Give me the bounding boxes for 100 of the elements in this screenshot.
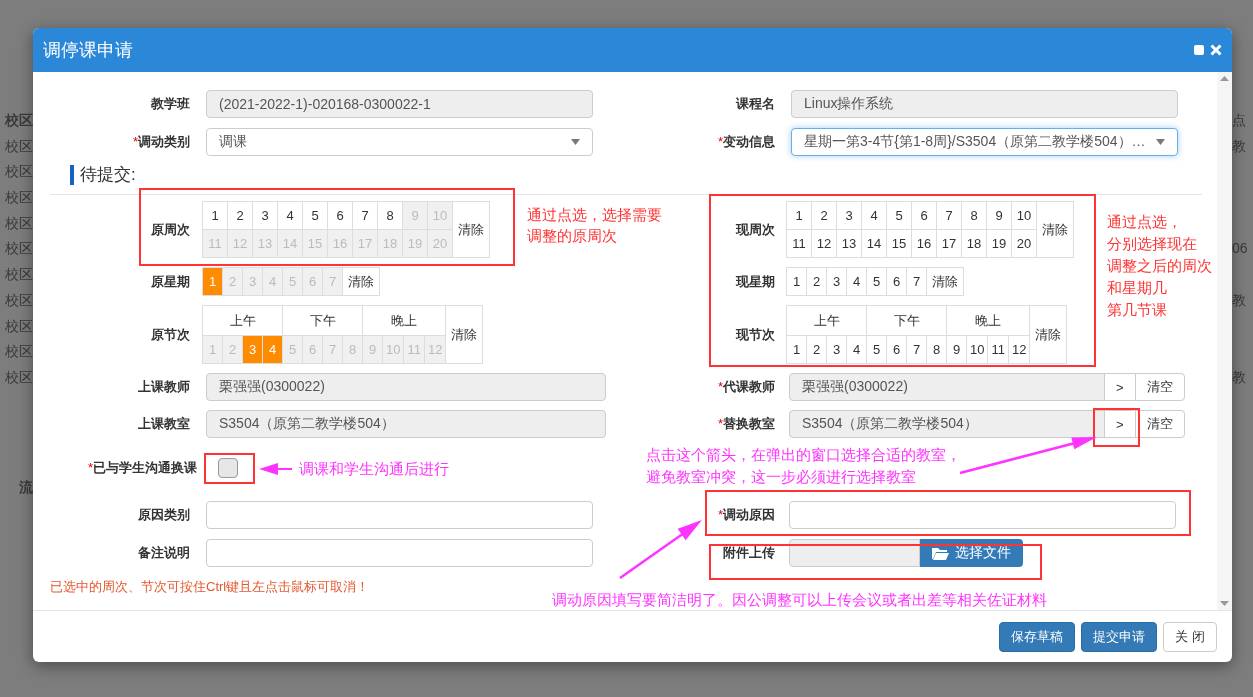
- week-cell[interactable]: 5: [886, 201, 912, 230]
- close-button[interactable]: 关 闭: [1163, 621, 1217, 652]
- week-cell[interactable]: 9: [986, 201, 1012, 230]
- week-cell[interactable]: 4: [861, 201, 887, 230]
- table-cell-text: 教: [1232, 136, 1246, 156]
- readonly-field[interactable]: (2021-2022-1)-020168-0300022-1: [206, 90, 593, 118]
- table-cell-text: 校区: [5, 367, 33, 387]
- scroll-up-icon[interactable]: [1220, 76, 1229, 81]
- weekday-cell[interactable]: 2: [806, 267, 827, 296]
- period-group-header: 上午: [202, 305, 283, 336]
- close-icon[interactable]: [1210, 44, 1222, 56]
- footer-button[interactable]: 保存草稿: [999, 621, 1076, 652]
- pointer-arrow: [259, 463, 293, 475]
- table-cell-text: 校区: [5, 290, 33, 310]
- period-group-header: 下午: [282, 305, 363, 336]
- clear-button[interactable]: 清空: [1134, 410, 1185, 438]
- week-cell[interactable]: 8: [377, 201, 403, 230]
- week-cell[interactable]: 4: [277, 201, 303, 230]
- field-label: 教学班: [150, 95, 190, 113]
- period-group-header: 晚上: [362, 305, 446, 336]
- clear-button[interactable]: 清除: [1029, 305, 1067, 364]
- annotation-text: 调课和学生沟通后进行: [299, 459, 449, 479]
- dialog-title: 调停课申请: [43, 39, 133, 62]
- clear-button[interactable]: 清除: [452, 201, 490, 258]
- week-cell[interactable]: 6: [327, 201, 353, 230]
- scroll-down-icon[interactable]: [1220, 601, 1229, 606]
- table-cell-text: 校区: [5, 162, 33, 182]
- clear-button[interactable]: 清空: [1134, 373, 1185, 401]
- week-cell[interactable]: 7: [936, 201, 962, 230]
- week-cell[interactable]: 3: [252, 201, 278, 230]
- table-cell-text: 校区: [5, 188, 33, 208]
- column-header: 流: [19, 477, 33, 497]
- period-cell[interactable]: 1: [786, 335, 807, 364]
- clear-button[interactable]: 清除: [1036, 201, 1074, 258]
- week-cell[interactable]: 2: [811, 201, 837, 230]
- checkbox[interactable]: [218, 458, 238, 478]
- readonly-field[interactable]: Linux操作系统: [791, 90, 1178, 118]
- week-cell[interactable]: 8: [961, 201, 987, 230]
- weekday-cell[interactable]: 3: [826, 267, 847, 296]
- clear-button[interactable]: 清除: [342, 267, 380, 296]
- table-cell-text: 06: [1232, 239, 1248, 259]
- footer-button[interactable]: 提交申请: [1081, 621, 1158, 652]
- field-label: *变动信息: [716, 133, 775, 151]
- period-group-header: 下午: [866, 305, 947, 336]
- annotation-text: 点击这个箭头，在弹出的窗口选择合适的教室， 避免教室冲突，这一步必须进行选择教室: [646, 445, 961, 487]
- pick-button[interactable]: >: [1104, 410, 1136, 438]
- input-field[interactable]: [206, 501, 593, 529]
- table-cell-text: 校区: [5, 265, 33, 285]
- week-cell[interactable]: 1: [202, 201, 228, 230]
- field-label: *替换教室: [716, 415, 775, 433]
- field-label: *代课教师: [716, 378, 775, 396]
- folder-icon: [932, 546, 949, 560]
- week-cell[interactable]: 7: [352, 201, 378, 230]
- field-label: 现星期: [734, 272, 775, 291]
- field-label: 附件上传: [722, 544, 775, 562]
- period-group-header: 晚上: [946, 305, 1030, 336]
- annotation-text: 调动原因填写要简洁明了。因公调整可以上传会议或者出差等相关佐证材料: [552, 591, 1047, 609]
- field-label: 原星期: [150, 272, 190, 291]
- field-label: 原周次: [150, 220, 190, 239]
- file-name-field[interactable]: [789, 539, 920, 567]
- field-label: *已与学生沟通换课: [86, 459, 197, 477]
- input-field[interactable]: [789, 501, 1176, 529]
- period-group-header: 上午: [786, 305, 867, 336]
- readonly-field[interactable]: 栗强强(0300022): [789, 373, 1105, 401]
- table-cell-text: 教: [1232, 290, 1246, 310]
- input-field[interactable]: [206, 539, 593, 567]
- highlight-frame: [1093, 408, 1140, 447]
- column-header: 点: [1232, 111, 1246, 130]
- week-cell[interactable]: 10: [1011, 201, 1037, 230]
- readonly-field[interactable]: S3504（原第二教学楼504）: [789, 410, 1105, 438]
- readonly-field[interactable]: 栗强强(0300022): [206, 373, 606, 401]
- field-label: 课程名: [734, 95, 775, 113]
- clear-button[interactable]: 清除: [926, 267, 964, 296]
- week-cell[interactable]: 3: [836, 201, 862, 230]
- annotation-text: 通过点选，选择需要 调整的原周次: [527, 205, 662, 246]
- week-cell[interactable]: 2: [227, 201, 253, 230]
- field-label: 现节次: [734, 325, 775, 344]
- highlight-frame: [204, 453, 255, 484]
- clear-button[interactable]: 清除: [445, 305, 483, 364]
- caret-icon: [571, 139, 580, 145]
- table-cell-text: 校区: [5, 342, 33, 362]
- choose-file-button[interactable]: 选择文件: [920, 539, 1023, 567]
- week-cell[interactable]: 6: [911, 201, 937, 230]
- week-cell[interactable]: 11: [786, 229, 812, 258]
- pick-button[interactable]: >: [1104, 373, 1136, 401]
- caret-icon: [1156, 139, 1165, 145]
- readonly-field[interactable]: S3504（原第二教学楼504）: [206, 410, 606, 438]
- weekday-cell[interactable]: 6: [886, 267, 907, 296]
- weekday-cell[interactable]: 5: [866, 267, 887, 296]
- weekday-cell[interactable]: 7: [906, 267, 927, 296]
- table-cell-text: 校区: [5, 316, 33, 336]
- weekday-cell[interactable]: 4: [846, 267, 867, 296]
- table-cell-text: 校区: [5, 239, 33, 259]
- weekday-cell[interactable]: 1: [786, 267, 807, 296]
- table-cell-text: 校区: [5, 136, 33, 156]
- week-cell[interactable]: 1: [786, 201, 812, 230]
- select-field[interactable]: 星期一第3-4节{第1-8周}/S3504（原第二教学楼504）…: [791, 128, 1178, 156]
- week-cell[interactable]: 5: [302, 201, 328, 230]
- select-field[interactable]: 调课: [206, 128, 593, 156]
- maximize-icon[interactable]: [1194, 45, 1204, 55]
